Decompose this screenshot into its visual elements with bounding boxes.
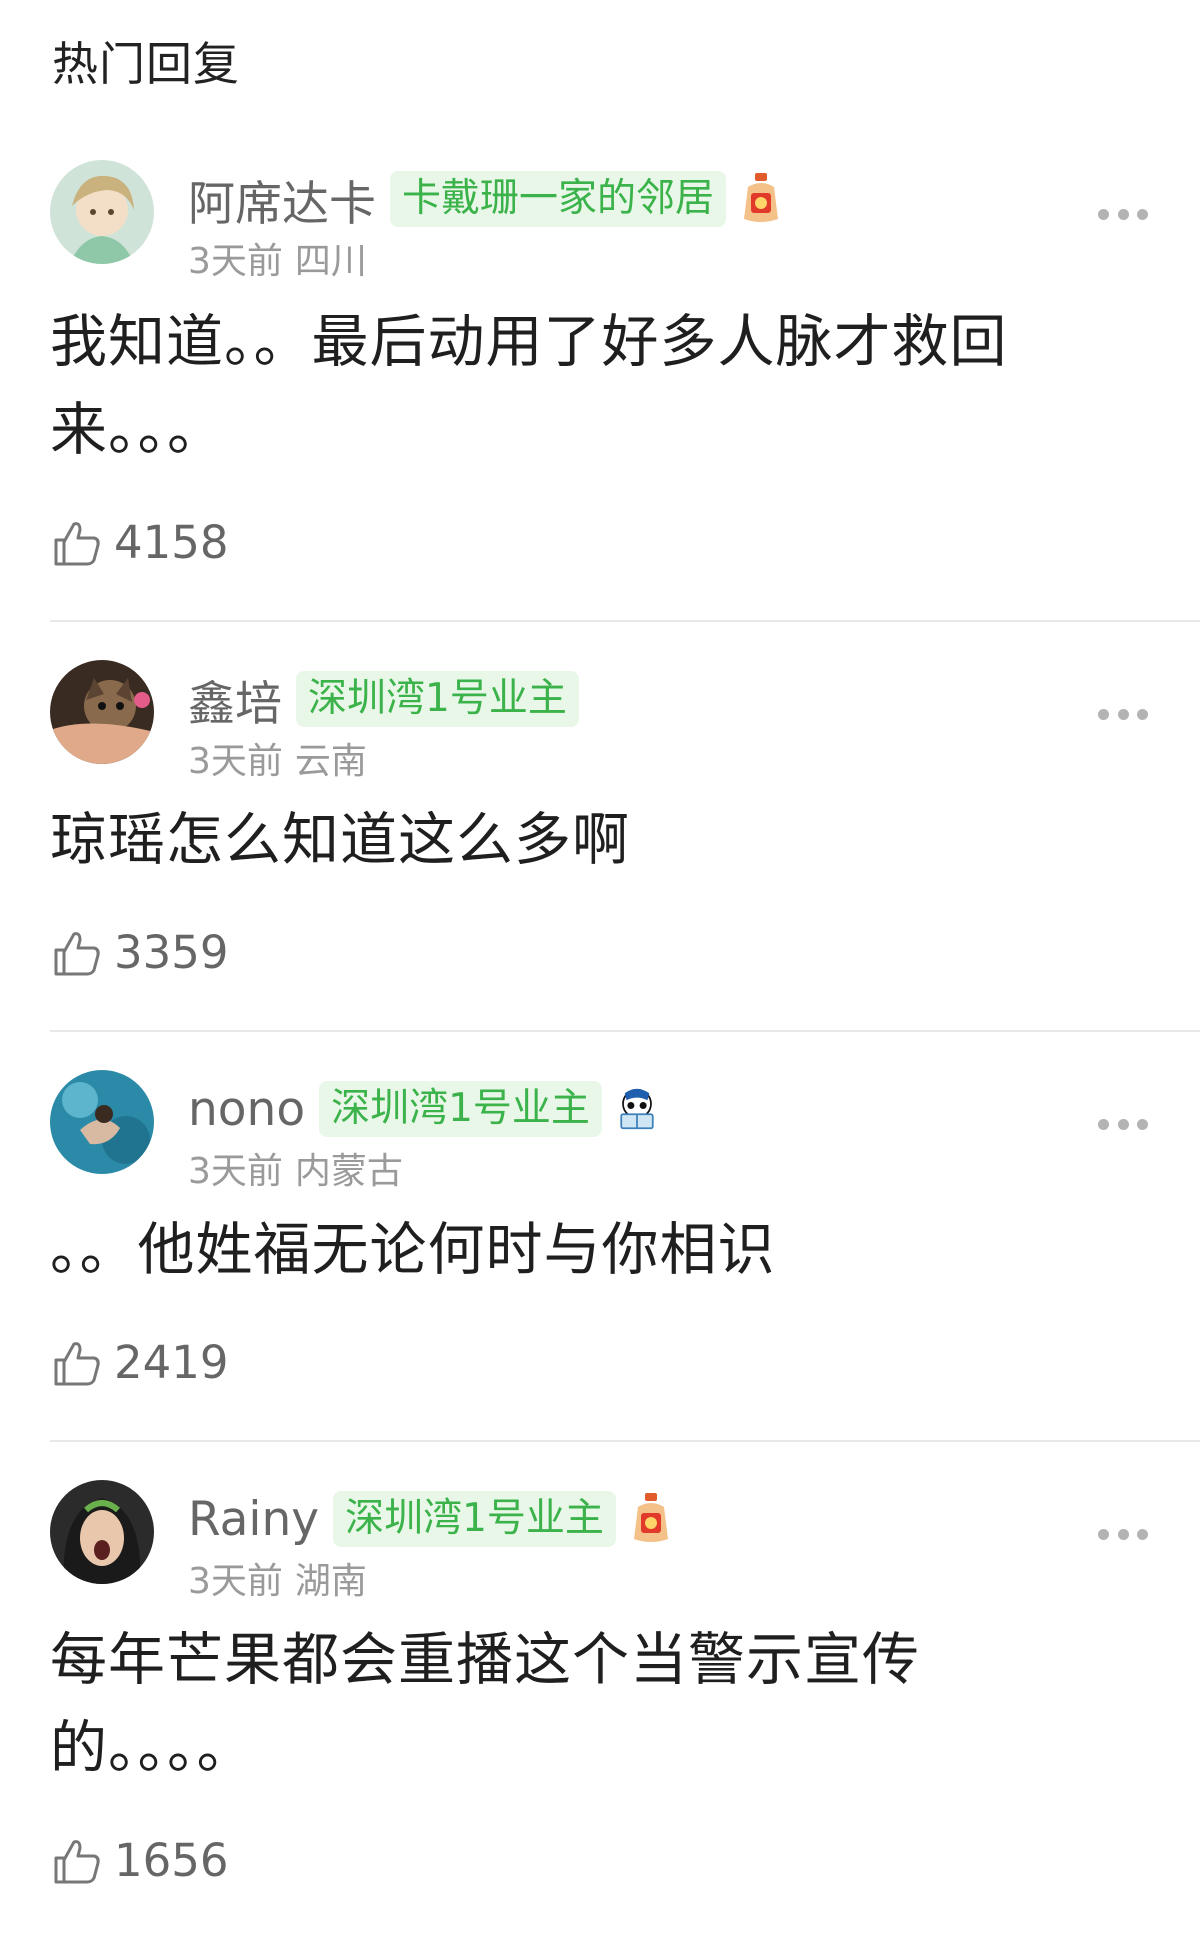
comment-text: 每年芒果都会重播这个当警示宣传 的。。。。 [50,1616,1100,1792]
thumbs-up-icon [54,1341,100,1385]
comment-text-line: 我知道。。最后动用了好多人脉才救回 [50,309,1008,375]
avatar[interactable] [50,660,154,764]
comment-text-line: 每年芒果都会重播这个当警示宣传 [50,1627,920,1693]
comment-time: 3天前 [188,741,283,782]
comment-text: 。。他姓福无论何时与你相识 [50,1206,1100,1294]
more-options-icon[interactable] [1098,204,1148,224]
username[interactable]: nono [188,1082,305,1137]
comment-time: 3天前 [188,1561,283,1602]
reading-panda-icon [616,1083,664,1135]
avatar[interactable] [50,1070,154,1174]
comment-location: 四川 [294,241,367,282]
avatar[interactable] [50,1480,154,1584]
fan-badge[interactable]: 深圳湾1号业主 [333,1491,616,1547]
comment-location: 湖南 [294,1561,367,1602]
comment-text-line: 来。。。 [50,397,225,463]
avatar[interactable] [50,160,154,264]
divider [50,1030,1200,1032]
like-button[interactable]: 3359 [52,926,229,979]
lucky-bag-icon [630,1493,672,1545]
like-count: 4158 [114,516,229,569]
comment-location: 云南 [294,741,367,782]
more-options-icon[interactable] [1098,704,1148,724]
comment-meta: 3天前 四川 [188,232,367,284]
comment-text-line: 。。他姓福无论何时与你相识 [50,1217,776,1283]
like-count: 2419 [114,1336,229,1389]
like-button[interactable]: 2419 [52,1336,229,1389]
comment-text-line: 琼瑶怎么知道这么多啊 [50,807,630,873]
fan-badge[interactable]: 卡戴珊一家的邻居 [390,171,727,227]
comment-text: 琼瑶怎么知道这么多啊 [50,796,1100,884]
like-count: 3359 [114,926,229,979]
page-title: 热门回复 [52,37,240,91]
fan-badge[interactable]: 深圳湾1号业主 [296,671,579,727]
fan-badge[interactable]: 深圳湾1号业主 [319,1081,602,1137]
comment-text: 我知道。。最后动用了好多人脉才救回 来。。。 [50,298,1100,474]
divider [50,1440,1200,1442]
username[interactable]: 鑫培 [188,665,282,734]
comment-time: 3天前 [188,241,283,282]
lucky-bag-icon [740,173,782,225]
like-button[interactable]: 4158 [52,516,229,569]
comment-meta: 3天前 云南 [188,732,367,784]
divider [50,620,1200,622]
more-options-icon[interactable] [1098,1524,1148,1544]
like-button[interactable]: 1656 [52,1834,229,1887]
username[interactable]: 阿席达卡 [188,165,376,234]
like-count: 1656 [114,1834,229,1887]
username[interactable]: Rainy [188,1492,319,1547]
thumbs-up-icon [54,1839,100,1883]
comment-text-line: 的。。。。 [50,1715,255,1781]
thumbs-up-icon [54,931,100,975]
comment-meta: 3天前 湖南 [188,1552,367,1604]
more-options-icon[interactable] [1098,1114,1148,1134]
comment-location: 内蒙古 [294,1151,403,1192]
thumbs-up-icon [54,521,100,565]
comment-meta: 3天前 内蒙古 [188,1142,403,1194]
comment-time: 3天前 [188,1151,283,1192]
